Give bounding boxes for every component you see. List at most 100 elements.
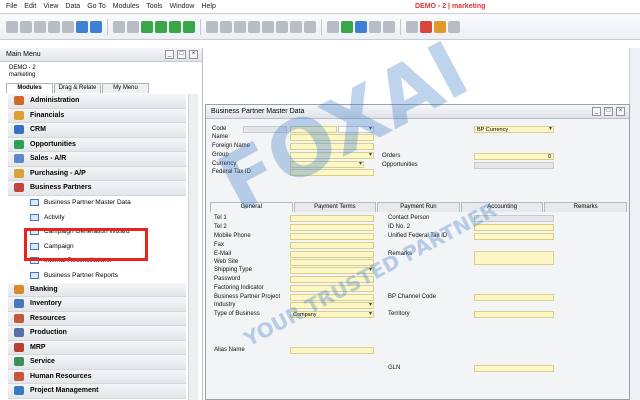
- module-opportunities[interactable]: Opportunities: [8, 137, 186, 152]
- help-icon[interactable]: [383, 20, 395, 33]
- module-banking[interactable]: Banking: [8, 282, 186, 297]
- menu-data[interactable]: Data: [65, 3, 80, 10]
- module-inventory[interactable]: Inventory: [8, 297, 186, 312]
- tel1-field[interactable]: [290, 215, 374, 222]
- foreign-name-field[interactable]: [290, 143, 374, 150]
- tab-my-menu[interactable]: My Menu: [102, 83, 149, 93]
- submenu-bp-master-data[interactable]: Business Partner Master Data: [8, 195, 186, 210]
- first-record-icon[interactable]: [141, 20, 153, 33]
- module-mrp[interactable]: MRP: [8, 340, 186, 355]
- print-preview-icon[interactable]: [20, 20, 32, 33]
- base-document-icon[interactable]: [248, 20, 260, 33]
- tab-accounting[interactable]: Accounting: [460, 202, 544, 212]
- module-administration[interactable]: Administration: [8, 94, 186, 109]
- user-icon[interactable]: [369, 20, 381, 33]
- edit-form-icon[interactable]: [327, 20, 339, 33]
- tab-remarks[interactable]: Remarks: [544, 202, 627, 212]
- mobile-field[interactable]: [290, 233, 374, 240]
- fax-icon[interactable]: [62, 20, 74, 33]
- module-service[interactable]: Service: [8, 355, 186, 370]
- remarks-field[interactable]: [474, 251, 554, 265]
- lock-icon[interactable]: [76, 20, 88, 33]
- tab-modules[interactable]: Modules: [6, 83, 53, 93]
- group-dropdown[interactable]: [290, 151, 374, 159]
- alerts-icon[interactable]: [420, 20, 432, 33]
- email-icon[interactable]: [34, 20, 46, 33]
- settings-icon[interactable]: [341, 20, 353, 33]
- module-project-management[interactable]: Project Management: [8, 384, 186, 399]
- menu-view[interactable]: View: [43, 3, 58, 10]
- code-series-field[interactable]: [243, 126, 287, 133]
- bp-channel-code-field[interactable]: [474, 294, 554, 301]
- territory-field[interactable]: [474, 311, 554, 318]
- close-icon[interactable]: ×: [189, 50, 198, 59]
- tel2-field[interactable]: [290, 224, 374, 231]
- bp-project-field[interactable]: [290, 294, 374, 301]
- module-purchasing[interactable]: Purchasing - A/P: [8, 166, 186, 181]
- sms-icon[interactable]: [48, 20, 60, 33]
- name-field[interactable]: [290, 134, 374, 141]
- industry-dropdown[interactable]: [290, 301, 374, 309]
- tab-payment-terms[interactable]: Payment Terms: [293, 202, 377, 212]
- code-field[interactable]: [290, 126, 337, 133]
- menu-tools[interactable]: Tools: [146, 3, 162, 10]
- menu-file[interactable]: File: [6, 3, 17, 10]
- module-financials[interactable]: Financials: [8, 108, 186, 123]
- last-record-icon[interactable]: [183, 20, 195, 33]
- alias-name-field[interactable]: [290, 347, 374, 354]
- module-crm[interactable]: CRM: [8, 123, 186, 138]
- module-human-resources[interactable]: Human Resources: [8, 369, 186, 384]
- submenu-bp-reports[interactable]: Business Partner Reports: [8, 268, 186, 283]
- menu-goto[interactable]: Go To: [87, 3, 106, 10]
- menu-modules[interactable]: Modules: [113, 3, 139, 10]
- submenu-activity[interactable]: Activity: [8, 210, 186, 225]
- query-icon[interactable]: [355, 20, 367, 33]
- find-icon[interactable]: [113, 20, 125, 33]
- module-resources[interactable]: Resources: [8, 311, 186, 326]
- messages-icon[interactable]: [434, 20, 446, 33]
- unified-tax-field[interactable]: [474, 233, 554, 240]
- maximize-icon[interactable]: □: [177, 50, 186, 59]
- main-menu-scrollbar[interactable]: [188, 94, 198, 400]
- currency-dropdown[interactable]: [290, 160, 364, 168]
- import-icon[interactable]: [90, 20, 102, 33]
- module-sales[interactable]: Sales - A/R: [8, 152, 186, 167]
- id-no2-field[interactable]: [474, 224, 554, 231]
- password-field[interactable]: [290, 276, 374, 283]
- tab-payment-run[interactable]: Payment Run: [377, 202, 460, 212]
- target-document-icon[interactable]: [262, 20, 274, 33]
- menu-edit[interactable]: Edit: [24, 3, 36, 10]
- filter-icon[interactable]: [220, 20, 232, 33]
- federal-tax-id-field[interactable]: [290, 169, 374, 176]
- fax-field[interactable]: [290, 242, 374, 249]
- tab-drag-relate[interactable]: Drag & Relate: [54, 83, 101, 93]
- print-icon[interactable]: [6, 20, 18, 33]
- close-icon[interactable]: ×: [616, 107, 625, 116]
- shipping-type-dropdown[interactable]: [290, 266, 374, 274]
- menu-window[interactable]: Window: [170, 3, 195, 10]
- sort-icon[interactable]: [234, 20, 246, 33]
- bp-type-dropdown[interactable]: [338, 125, 374, 133]
- add-icon[interactable]: [127, 20, 139, 33]
- calendar-icon[interactable]: [406, 20, 418, 33]
- menu-help[interactable]: Help: [201, 3, 215, 10]
- module-production[interactable]: Production: [8, 326, 186, 341]
- calculator-icon[interactable]: [448, 20, 460, 33]
- next-record-icon[interactable]: [169, 20, 181, 33]
- gross-profit-icon[interactable]: [290, 20, 302, 33]
- minimize-icon[interactable]: _: [165, 50, 174, 59]
- gln-field[interactable]: [474, 365, 554, 372]
- minimize-icon[interactable]: _: [592, 107, 601, 116]
- journal-icon[interactable]: [276, 20, 288, 33]
- type-of-business-dropdown[interactable]: Company: [290, 310, 374, 318]
- module-business-partners[interactable]: Business Partners: [8, 181, 186, 196]
- refresh-icon[interactable]: [206, 20, 218, 33]
- layout-icon[interactable]: [304, 20, 316, 33]
- maximize-icon[interactable]: □: [604, 107, 613, 116]
- previous-record-icon[interactable]: [155, 20, 167, 33]
- website-field[interactable]: [290, 259, 374, 266]
- factoring-field[interactable]: [290, 285, 374, 292]
- bp-currency-dropdown[interactable]: BP Currency: [474, 125, 554, 133]
- tab-general[interactable]: General: [210, 202, 293, 212]
- email-field[interactable]: [290, 251, 374, 258]
